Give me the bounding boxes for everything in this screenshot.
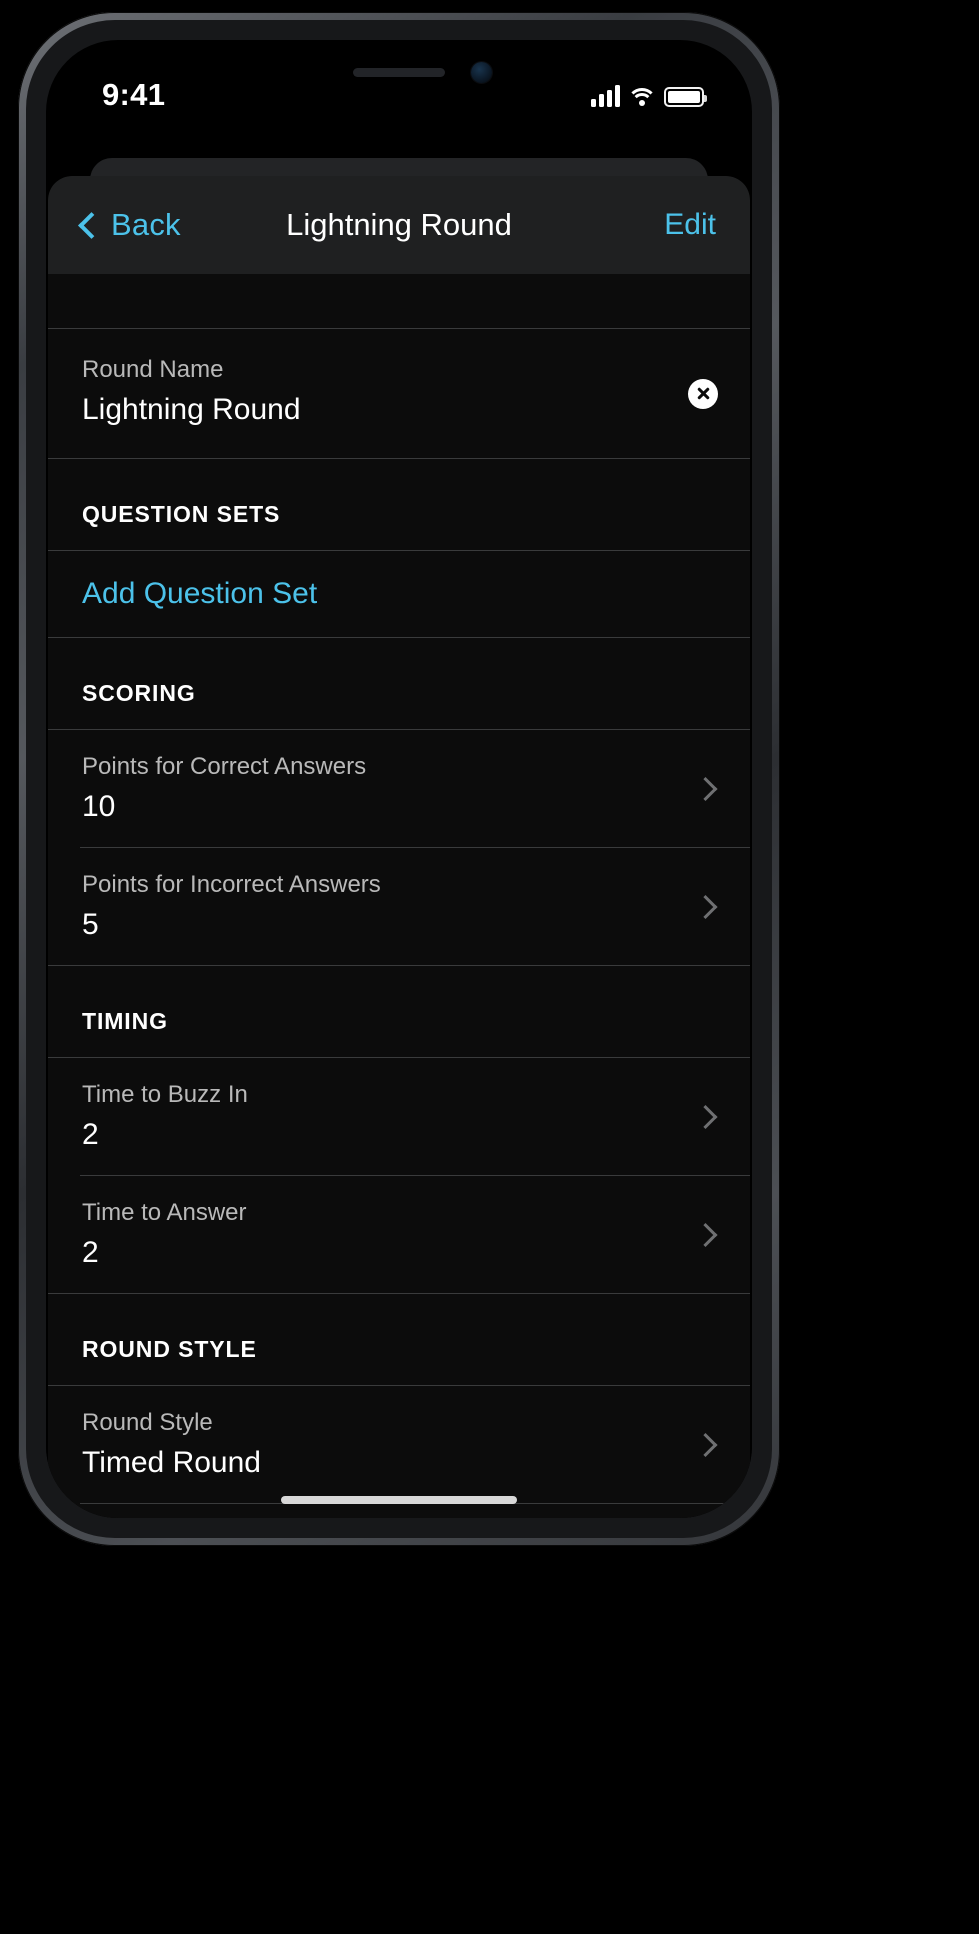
points-correct-row[interactable]: Points for Correct Answers 10 bbox=[48, 730, 750, 847]
round-style-label: Round Style bbox=[82, 1409, 213, 1436]
battery-icon bbox=[664, 87, 707, 107]
app-root: Back Lightning Round Edit Round Name Lig… bbox=[46, 132, 752, 1518]
chevron-left-icon bbox=[78, 212, 105, 239]
device-screen: 9:41 Back Lightning Round Edit Round Nam… bbox=[46, 40, 752, 1518]
points-incorrect-value: 5 bbox=[82, 908, 99, 941]
screenshot-stage: 9:41 Back Lightning Round Edit Round Nam… bbox=[0, 0, 979, 1934]
time-to-answer-row[interactable]: Time to Answer 2 bbox=[48, 1176, 750, 1293]
back-button[interactable]: Back bbox=[78, 207, 181, 243]
back-button-label: Back bbox=[111, 207, 181, 242]
section-header-scoring: SCORING bbox=[48, 638, 750, 729]
time-to-answer-label: Time to Answer bbox=[82, 1199, 247, 1226]
home-indicator[interactable] bbox=[281, 1496, 517, 1504]
add-question-set-button[interactable]: Add Question Set bbox=[48, 551, 750, 637]
points-incorrect-label: Points for Incorrect Answers bbox=[82, 871, 381, 898]
earpiece-speaker-icon bbox=[353, 68, 445, 77]
section-header-question-sets: QUESTION SETS bbox=[48, 459, 750, 550]
status-bar-time: 9:41 bbox=[102, 77, 166, 112]
round-name-input[interactable]: Lightning Round bbox=[82, 392, 682, 428]
section-header-timing: TIMING bbox=[48, 966, 750, 1057]
chevron-right-icon bbox=[693, 776, 718, 801]
section-header-round-style: ROUND STYLE bbox=[48, 1294, 750, 1385]
round-style-value: Timed Round bbox=[82, 1446, 261, 1479]
points-incorrect-row[interactable]: Points for Incorrect Answers 5 bbox=[48, 848, 750, 965]
time-to-buzz-in-value: 2 bbox=[82, 1118, 99, 1151]
round-name-row[interactable]: Round Name Lightning Round bbox=[48, 329, 750, 458]
list-top-spacer bbox=[48, 274, 750, 328]
time-to-buzz-in-row[interactable]: Time to Buzz In 2 bbox=[48, 1058, 750, 1175]
chevron-right-icon bbox=[693, 894, 718, 919]
chevron-right-icon bbox=[693, 1222, 718, 1247]
settings-scroll-area[interactable]: Round Name Lightning Round QUESTION SETS… bbox=[48, 274, 750, 1518]
round-style-row[interactable]: Round Style Timed Round bbox=[48, 1386, 750, 1503]
round-name-label: Round Name bbox=[82, 356, 224, 383]
clear-circle-icon[interactable] bbox=[688, 378, 718, 409]
device-bezel: 9:41 Back Lightning Round Edit Round Nam… bbox=[26, 20, 772, 1538]
wifi-icon bbox=[627, 87, 657, 107]
status-bar-indicators bbox=[591, 85, 707, 107]
chevron-right-icon bbox=[693, 1104, 718, 1129]
seconds-in-round-row[interactable]: Number of Seconds in Round 90 bbox=[48, 1504, 750, 1518]
time-to-answer-value: 2 bbox=[82, 1236, 99, 1269]
front-camera-icon bbox=[471, 62, 492, 83]
cellular-signal-icon bbox=[591, 85, 620, 107]
points-correct-value: 10 bbox=[82, 790, 116, 823]
iphone-device-frame: 9:41 Back Lightning Round Edit Round Nam… bbox=[18, 12, 780, 1546]
edit-button[interactable]: Edit bbox=[664, 208, 716, 242]
modal-sheet: Back Lightning Round Edit Round Name Lig… bbox=[48, 176, 750, 1518]
navigation-bar: Back Lightning Round Edit bbox=[48, 176, 750, 274]
chevron-right-icon bbox=[693, 1432, 718, 1457]
points-correct-label: Points for Correct Answers bbox=[82, 753, 367, 780]
time-to-buzz-in-label: Time to Buzz In bbox=[82, 1081, 248, 1108]
